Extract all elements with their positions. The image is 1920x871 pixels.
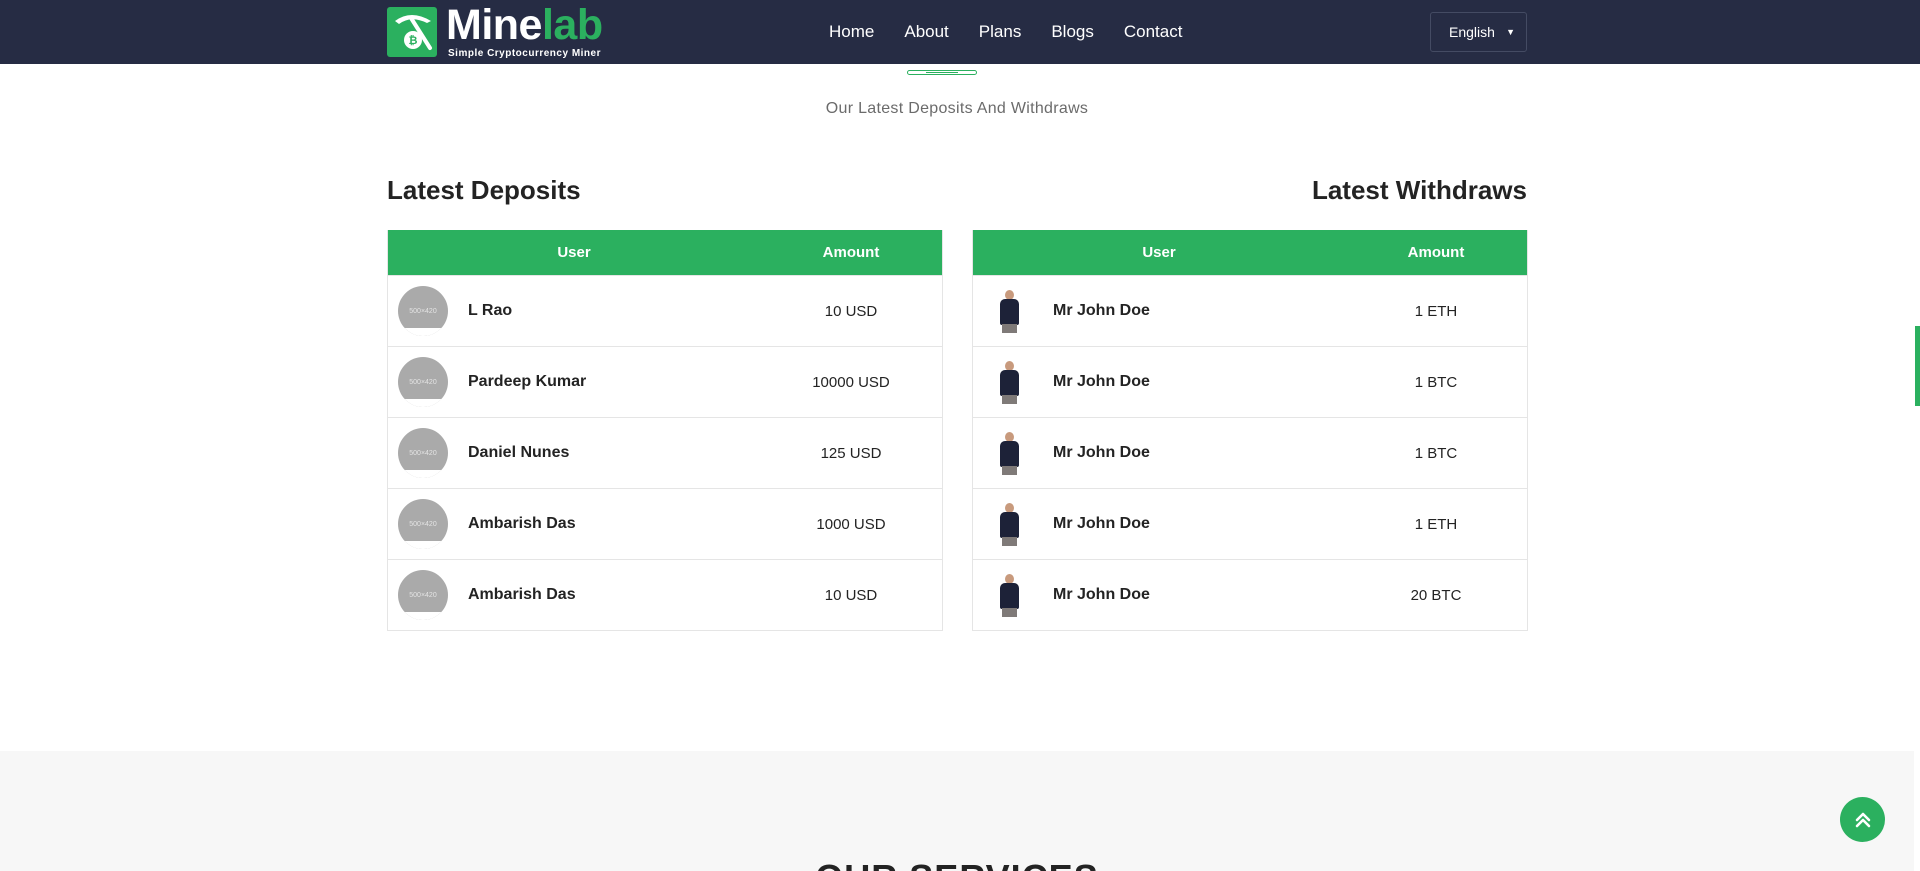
latest-deposits-title: Latest Deposits <box>387 175 581 205</box>
avatar: 500×420 <box>398 499 448 549</box>
pickaxe-bitcoin-icon: ₿ <box>387 7 437 57</box>
nav-link-blogs[interactable]: Blogs <box>1051 22 1094 42</box>
svg-text:₿: ₿ <box>409 34 418 47</box>
user-cell: Mr John Doe <box>973 499 1345 549</box>
scroll-to-top-button[interactable] <box>1840 797 1885 842</box>
user-name: Mr John Doe <box>1053 373 1150 390</box>
user-name: Pardeep Kumar <box>468 373 587 390</box>
nav-link-plans[interactable]: Plans <box>979 22 1022 42</box>
avatar <box>983 286 1033 336</box>
table-row: Mr John Doe 1 BTC <box>973 417 1527 488</box>
table-row: 500×420 Pardeep Kumar 10000 USD <box>388 346 942 417</box>
main-nav: Home About Plans Blogs Contact <box>829 0 1212 64</box>
brand-name: Minelab <box>446 4 603 47</box>
user-cell: Mr John Doe <box>973 286 1345 336</box>
user-name: Mr John Doe <box>1053 444 1150 461</box>
nav-link-about[interactable]: About <box>904 22 948 42</box>
user-cell: 500×420 L Rao <box>388 286 760 336</box>
amount-cell: 1 BTC <box>1414 373 1458 391</box>
avatar: 500×420 <box>398 570 448 620</box>
user-cell: 500×420 Ambarish Das <box>388 570 760 620</box>
brand-text: Minelab Simple Cryptocurrency Miner <box>446 4 603 60</box>
deposits-table: User Amount 500×420 L Rao 10 USD 500×420… <box>387 230 943 631</box>
latest-withdraws-title: Latest Withdraws <box>1311 175 1527 205</box>
navbar-inner: ₿ Minelab Simple Cryptocurrency Miner Ho… <box>387 0 1527 64</box>
user-cell: 500×420 Daniel Nunes <box>388 428 760 478</box>
amount-cell: 20 BTC <box>1410 586 1462 604</box>
brand-logo[interactable]: ₿ Minelab Simple Cryptocurrency Miner <box>387 4 603 60</box>
section-subtitle: Our Latest Deposits And Withdraws <box>825 100 1089 117</box>
table-row: 500×420 Daniel Nunes 125 USD <box>388 417 942 488</box>
user-cell: Mr John Doe <box>973 428 1345 478</box>
language-value: English <box>1449 24 1495 40</box>
deposits-col-amount: Amount <box>822 244 880 261</box>
amount-cell: 1000 USD <box>816 515 886 533</box>
avatar <box>983 499 1033 549</box>
table-row: Mr John Doe 1 ETH <box>973 488 1527 559</box>
user-name: Mr John Doe <box>1053 515 1150 532</box>
language-select[interactable]: English ▼ <box>1430 12 1527 52</box>
amount-cell: 1 ETH <box>1414 302 1458 320</box>
brand-tagline: Simple Cryptocurrency Miner <box>448 48 601 59</box>
user-name: Ambarish Das <box>468 515 576 532</box>
amount-cell: 10000 USD <box>812 373 890 391</box>
table-row: 500×420 Ambarish Das 10 USD <box>388 559 942 630</box>
avatar: 500×420 <box>398 428 448 478</box>
navbar: ₿ Minelab Simple Cryptocurrency Miner Ho… <box>0 0 1920 64</box>
user-name: Daniel Nunes <box>468 444 570 461</box>
amount-cell: 1 BTC <box>1414 444 1458 462</box>
user-cell: Mr John Doe <box>973 357 1345 407</box>
avatar <box>983 357 1033 407</box>
double-chevron-up-icon <box>1855 812 1870 827</box>
user-name: Mr John Doe <box>1053 302 1150 319</box>
amount-cell: 10 USD <box>824 302 878 320</box>
user-name: L Rao <box>468 302 513 319</box>
avatar <box>983 428 1033 478</box>
withdraws-table-header: User Amount <box>973 230 1527 275</box>
brand-name-part2: lab <box>541 1 603 49</box>
withdraws-col-user: User <box>1142 244 1176 261</box>
deposits-col-user: User <box>557 244 591 261</box>
services-title: OUR SERVICES <box>0 857 1914 871</box>
avatar <box>983 570 1033 620</box>
section-title-divider <box>907 70 977 75</box>
brand-name-part1: Mine <box>446 1 542 49</box>
amount-cell: 1 ETH <box>1414 515 1458 533</box>
deposits-table-header: User Amount <box>388 230 942 275</box>
scrollbar-thumb[interactable] <box>1915 326 1920 406</box>
table-row: Mr John Doe 20 BTC <box>973 559 1527 630</box>
page-scrollbar[interactable] <box>1914 0 1920 871</box>
user-name: Mr John Doe <box>1053 586 1150 603</box>
nav-link-home[interactable]: Home <box>829 22 874 42</box>
user-cell: Mr John Doe <box>973 570 1345 620</box>
table-row: 500×420 Ambarish Das 1000 USD <box>388 488 942 559</box>
chevron-down-icon: ▼ <box>1506 27 1515 37</box>
withdraws-col-amount: Amount <box>1407 244 1465 261</box>
amount-cell: 125 USD <box>820 444 882 462</box>
avatar: 500×420 <box>398 286 448 336</box>
user-name: Ambarish Das <box>468 586 576 603</box>
table-row: 500×420 L Rao 10 USD <box>388 275 942 346</box>
services-section <box>0 751 1920 871</box>
table-row: Mr John Doe 1 BTC <box>973 346 1527 417</box>
amount-cell: 10 USD <box>824 586 878 604</box>
table-row: Mr John Doe 1 ETH <box>973 275 1527 346</box>
withdraws-table: User Amount Mr John Doe 1 ETH Mr John Do… <box>972 230 1528 631</box>
avatar: 500×420 <box>398 357 448 407</box>
user-cell: 500×420 Ambarish Das <box>388 499 760 549</box>
nav-link-contact[interactable]: Contact <box>1124 22 1183 42</box>
user-cell: 500×420 Pardeep Kumar <box>388 357 760 407</box>
